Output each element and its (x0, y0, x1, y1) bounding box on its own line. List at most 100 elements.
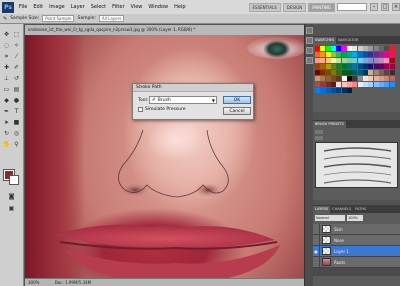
swatch[interactable] (336, 52, 342, 57)
swatch[interactable] (373, 64, 379, 69)
swatch[interactable] (325, 82, 331, 87)
menu-filter[interactable]: Filter (109, 4, 127, 10)
layer-visibility-icon[interactable] (313, 256, 320, 268)
swatch[interactable] (325, 70, 331, 75)
path-select-tool-icon[interactable]: ➤ (2, 118, 11, 127)
swatch[interactable] (331, 76, 337, 81)
swatch-grid[interactable] (315, 46, 398, 94)
workspace-essentials[interactable]: ESSENTIALS (248, 2, 281, 12)
swatch[interactable] (363, 64, 369, 69)
swatch[interactable] (357, 82, 363, 87)
swatch[interactable] (357, 76, 363, 81)
swatch[interactable] (363, 58, 369, 63)
tab-layers[interactable]: LAYERS (313, 206, 331, 213)
document-tab[interactable]: ondesose_ist_the_wei_ili_tg_sgda_qaspire… (25, 25, 304, 35)
swatch[interactable] (373, 58, 379, 63)
swatch[interactable] (379, 64, 385, 69)
swatch[interactable] (320, 64, 326, 69)
swatch[interactable] (389, 58, 395, 63)
swatch[interactable] (357, 46, 363, 51)
cancel-button[interactable]: Cancel (223, 107, 251, 115)
paragraph-icon[interactable] (306, 57, 313, 64)
crop-tool-icon[interactable]: ⌗ (2, 52, 11, 61)
swatch[interactable] (357, 70, 363, 75)
3d-rotate-tool-icon[interactable]: ↻ (2, 129, 11, 138)
tab-navigator[interactable]: NAVIGATOR (336, 37, 360, 44)
layer-row[interactable]: ● Layer 1 (313, 245, 400, 257)
swatch[interactable] (379, 76, 385, 81)
swatch[interactable] (315, 64, 320, 69)
swatch[interactable] (373, 82, 379, 87)
swatch[interactable] (341, 58, 347, 63)
swatch[interactable] (336, 82, 342, 87)
actions-icon[interactable] (306, 37, 313, 44)
swatch[interactable] (320, 58, 326, 63)
screen-mode-icon[interactable]: ▣ (7, 204, 16, 213)
menu-edit[interactable]: Edit (30, 4, 46, 10)
brush-tool-icon[interactable]: ✐ (12, 63, 21, 72)
swatch[interactable] (373, 76, 379, 81)
swatch[interactable] (389, 64, 395, 69)
swatch[interactable] (336, 46, 342, 51)
swatch[interactable] (315, 46, 320, 51)
swatch[interactable] (368, 70, 374, 75)
swatch[interactable] (373, 46, 379, 51)
minimize-button[interactable]: – (370, 3, 378, 11)
swatch[interactable] (347, 82, 353, 87)
swatch[interactable] (352, 76, 358, 81)
simulate-pressure-checkbox[interactable] (138, 107, 143, 112)
swatch[interactable] (379, 52, 385, 57)
swatch[interactable] (373, 70, 379, 75)
swatch[interactable] (336, 70, 342, 75)
menu-window[interactable]: Window (145, 4, 171, 10)
swatch[interactable] (368, 58, 374, 63)
menu-file[interactable]: File (16, 4, 30, 10)
swatch[interactable] (347, 58, 353, 63)
swatch[interactable] (368, 76, 374, 81)
swatch[interactable] (347, 70, 353, 75)
character-icon[interactable] (306, 47, 313, 54)
move-tool-icon[interactable]: ✥ (2, 30, 11, 39)
swatch[interactable] (352, 52, 358, 57)
swatch[interactable] (368, 46, 374, 51)
menu-view[interactable]: View (128, 4, 146, 10)
swatch[interactable] (315, 70, 320, 75)
menu-layer[interactable]: Layer (68, 4, 88, 10)
swatch[interactable] (368, 64, 374, 69)
history-icon[interactable] (306, 27, 313, 34)
tool-select[interactable]: ✐ Brush ▼ (149, 96, 217, 104)
pen-tool-icon[interactable]: ✒ (2, 107, 11, 116)
ok-button[interactable]: OK (223, 96, 251, 104)
swatch[interactable] (384, 64, 390, 69)
eyedropper-tool-icon[interactable]: ⁄ (12, 52, 21, 61)
swatch[interactable] (341, 52, 347, 57)
swatch[interactable] (384, 52, 390, 57)
blend-mode-select[interactable]: Normal (315, 214, 345, 221)
swatch[interactable] (379, 46, 385, 51)
swatch[interactable] (368, 82, 374, 87)
layer-visibility-icon[interactable]: ● (313, 245, 320, 257)
swatch[interactable] (336, 88, 342, 93)
swatch[interactable] (352, 82, 358, 87)
swatch[interactable] (320, 52, 326, 57)
swatch[interactable] (363, 46, 369, 51)
swatch[interactable] (315, 58, 320, 63)
swatch[interactable] (363, 70, 369, 75)
swatch[interactable] (331, 52, 337, 57)
tab-brush-presets[interactable]: BRUSH PRESETS (313, 121, 346, 128)
swatch[interactable] (341, 76, 347, 81)
swatch[interactable] (336, 58, 342, 63)
swatch[interactable] (315, 88, 320, 93)
swatch[interactable] (352, 70, 358, 75)
swatch[interactable] (341, 82, 347, 87)
layer-visibility-icon[interactable] (313, 234, 320, 246)
swatch[interactable] (384, 58, 390, 63)
hand-tool-icon[interactable]: ✋ (2, 140, 11, 149)
swatch[interactable] (325, 64, 331, 69)
swatch[interactable] (357, 52, 363, 57)
search-input[interactable] (337, 3, 367, 11)
menu-image[interactable]: Image (46, 4, 68, 10)
swatch[interactable] (363, 52, 369, 57)
quick-mask-icon[interactable]: ◙ (7, 192, 16, 201)
swatch[interactable] (389, 76, 395, 81)
